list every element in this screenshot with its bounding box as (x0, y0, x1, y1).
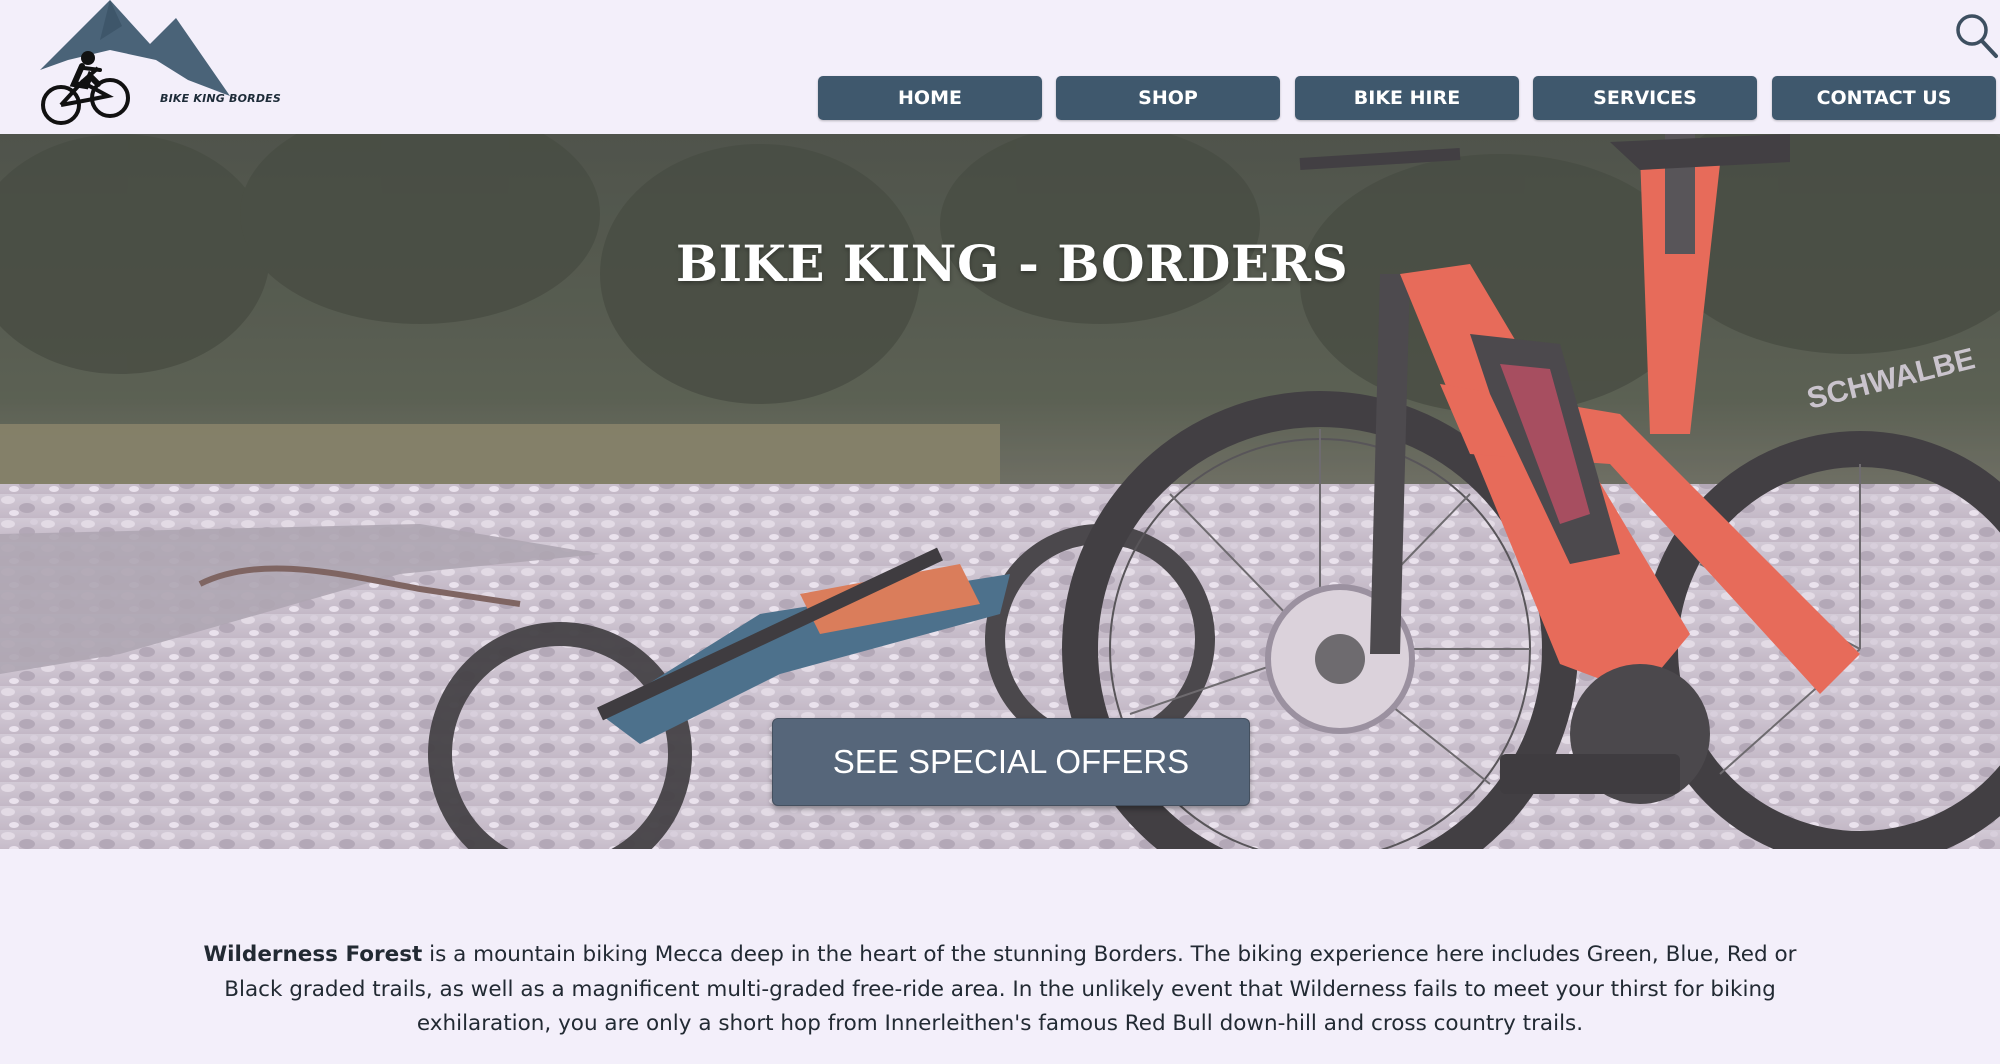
logo-text: BIKE KING BORDES (160, 92, 281, 105)
nav-shop[interactable]: SHOP (1056, 76, 1280, 120)
nav-contact-us[interactable]: CONTACT US (1772, 76, 1996, 120)
hero-title: BIKE KING - BORDERS (675, 234, 1349, 293)
nav-home[interactable]: HOME (818, 76, 1042, 120)
mountain-bike-logo-icon (40, 0, 230, 125)
search-button[interactable] (1954, 10, 2000, 60)
intro-paragraph: Wilderness Forest is a mountain biking M… (200, 938, 1800, 1042)
hero-banner: SCHWALBE BIKE KING - BORDERS SEE SPECIAL… (0, 134, 2000, 849)
intro-bold-lead: Wilderness Forest (203, 942, 423, 967)
logo[interactable]: BIKE KING BORDES (38, 0, 281, 128)
nav-services[interactable]: SERVICES (1533, 76, 1757, 120)
nav-bike-hire[interactable]: BIKE HIRE (1295, 76, 1519, 120)
site-header: BIKE KING BORDES HOME SHOP BIKE HIRE SER… (0, 0, 2000, 134)
see-special-offers-button[interactable]: SEE SPECIAL OFFERS (772, 718, 1250, 806)
search-icon (1956, 14, 1998, 58)
intro-text: is a mountain biking Mecca deep in the h… (224, 942, 1797, 1036)
